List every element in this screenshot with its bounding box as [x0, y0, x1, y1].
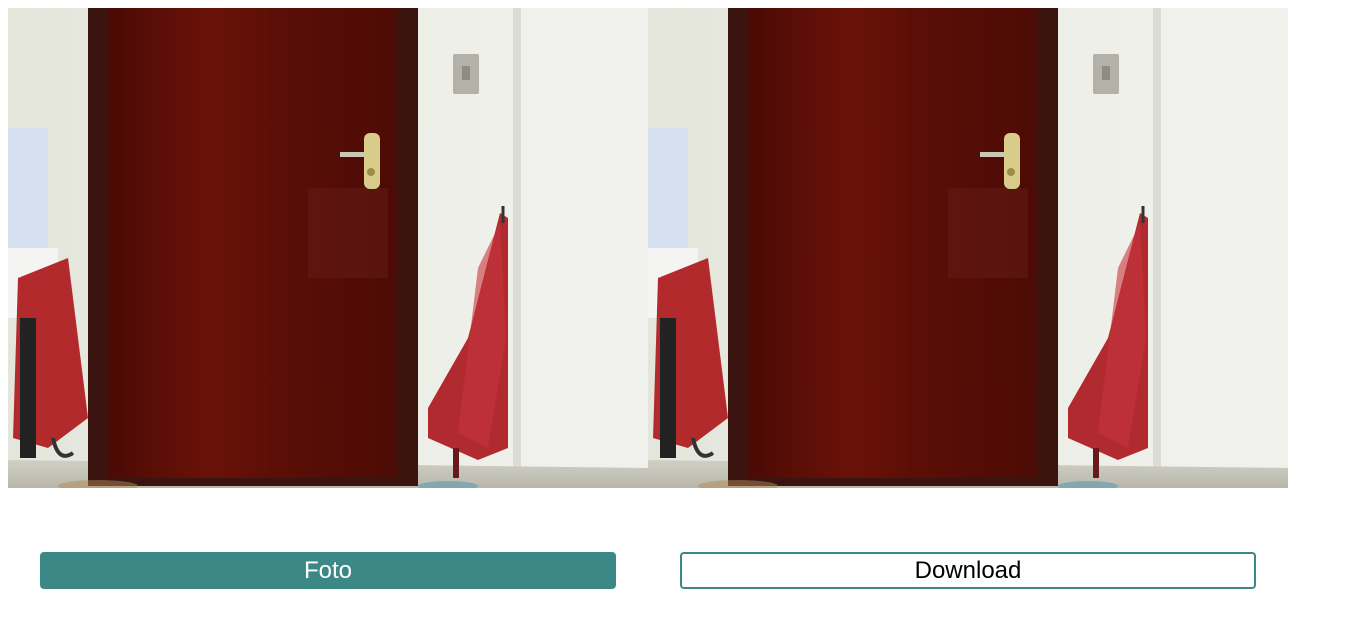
download-button[interactable]: Download — [680, 552, 1256, 589]
captured-photo — [648, 8, 1288, 488]
webcam-live-preview — [8, 8, 648, 488]
webcam-image — [8, 8, 648, 488]
foto-button[interactable]: Foto — [40, 552, 616, 589]
captured-photo-image — [648, 8, 1288, 488]
